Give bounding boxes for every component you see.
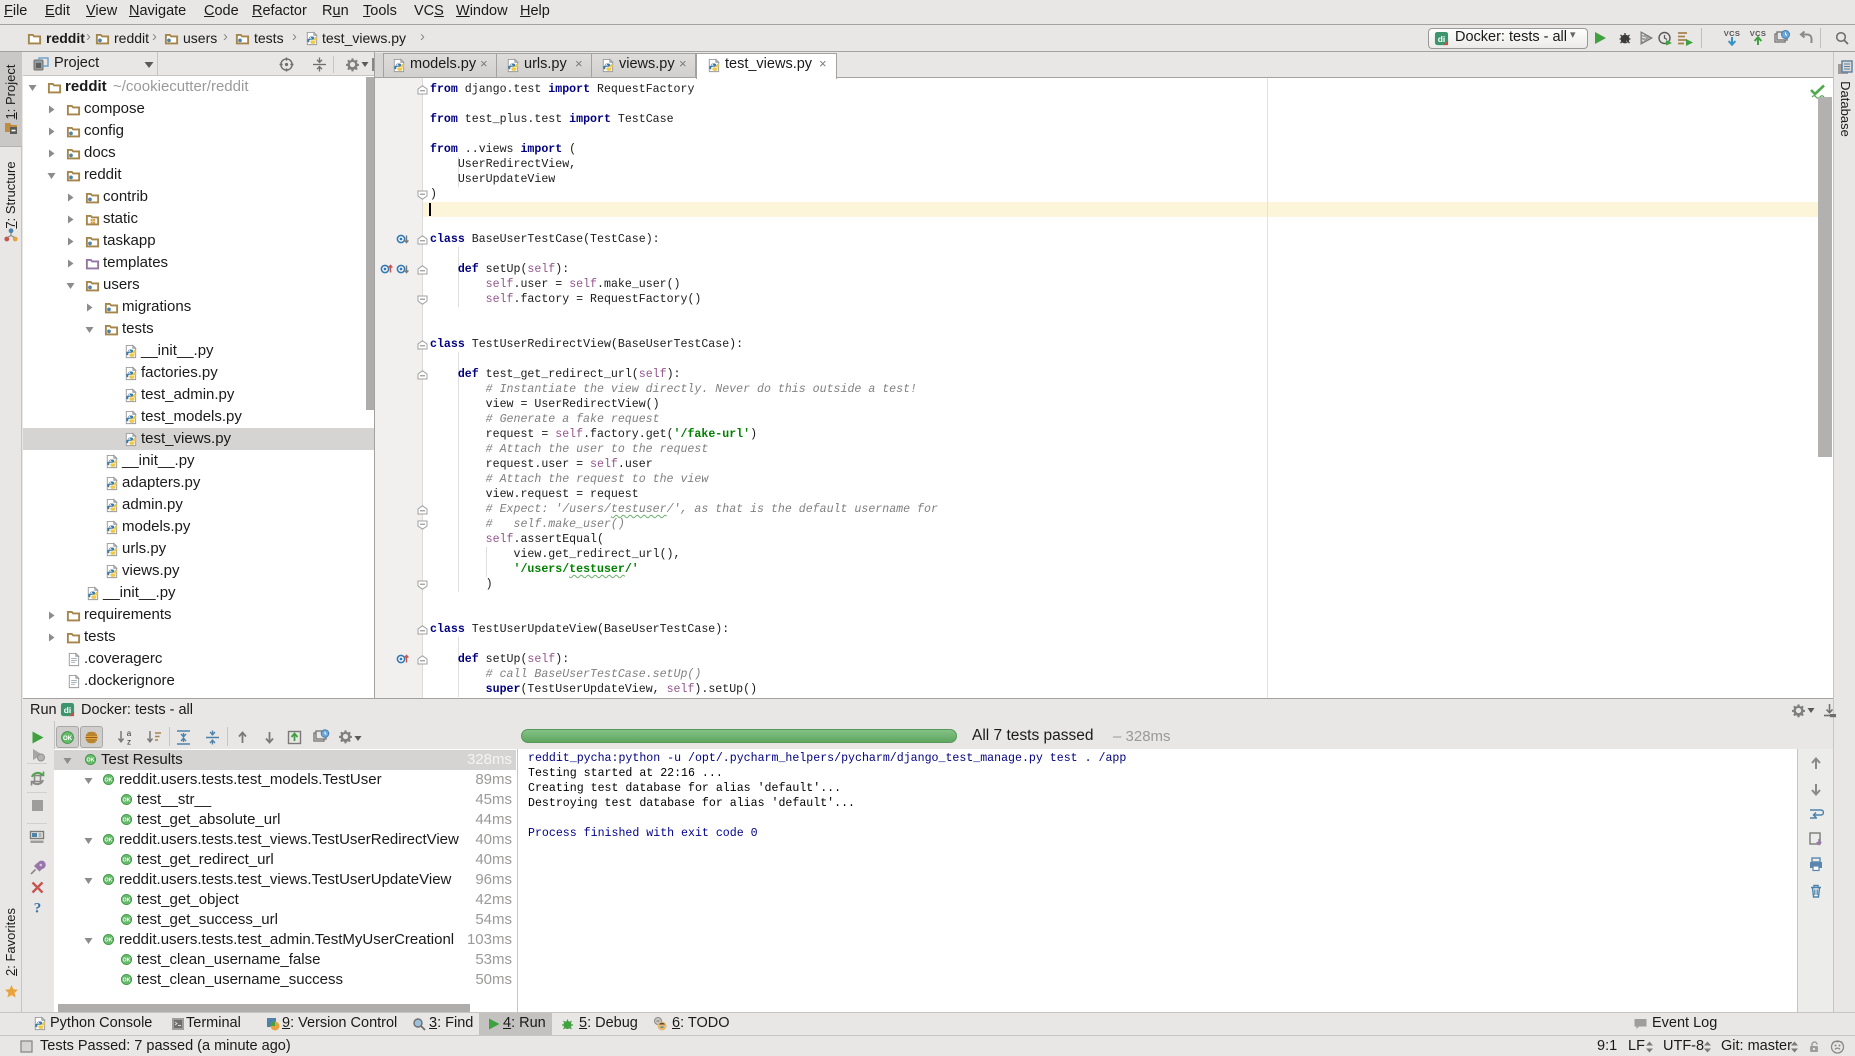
svg-text:?: ? (34, 901, 42, 916)
svg-text:VCS: VCS (1724, 29, 1741, 38)
svg-text:z: z (127, 738, 131, 747)
